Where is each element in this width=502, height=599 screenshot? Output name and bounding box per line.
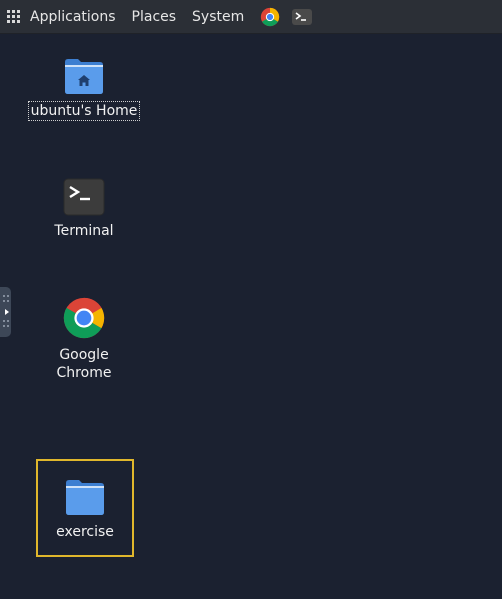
side-dock-handle[interactable]	[0, 287, 11, 337]
folder-icon	[66, 480, 104, 515]
home-label: ubuntu's Home	[27, 101, 141, 121]
chrome-label: Google Chrome	[56, 347, 112, 381]
places-menu[interactable]: Places	[132, 0, 177, 34]
chrome-icon	[63, 297, 105, 339]
desktop-icon-home[interactable]: ubuntu's Home	[27, 56, 141, 121]
system-menu[interactable]: System	[192, 0, 244, 34]
terminal-icon	[63, 178, 105, 216]
terminal-label: Terminal	[54, 223, 114, 239]
desktop-icon-terminal[interactable]: Terminal	[28, 178, 140, 240]
desktop-icon-exercise[interactable]: exercise	[36, 459, 134, 557]
applications-menu[interactable]: Applications	[30, 0, 116, 34]
chrome-icon[interactable]	[260, 7, 280, 27]
apps-grid-icon[interactable]	[7, 9, 21, 24]
desktop-icon-chrome[interactable]: Google Chrome	[28, 296, 140, 382]
home-folder-icon	[65, 59, 103, 94]
exercise-label: exercise	[56, 524, 114, 540]
top-panel: Applications Places System	[0, 0, 502, 34]
terminal-icon[interactable]	[292, 8, 313, 25]
